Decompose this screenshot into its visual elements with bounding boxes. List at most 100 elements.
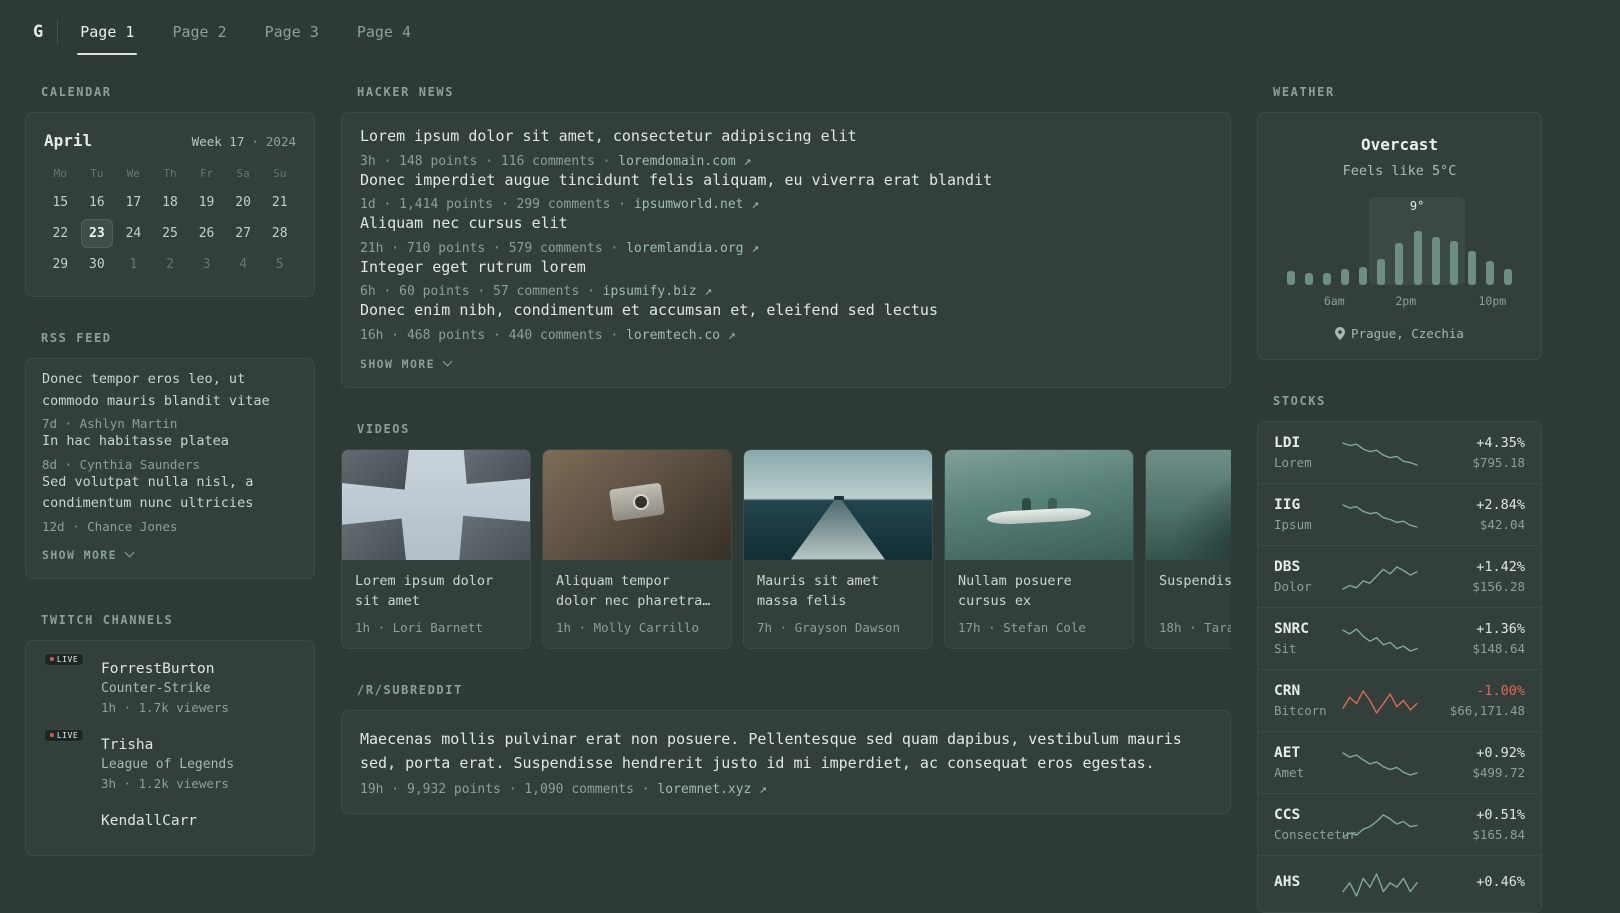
calendar-day-cell: 17 bbox=[125, 195, 142, 210]
hn-show-more-button[interactable]: SHOW MORE bbox=[360, 357, 1212, 371]
hn-item-meta: 3h · 148 points · 116 comments · loremdo… bbox=[360, 154, 1212, 169]
hn-item-stats: 21h · 710 points · 579 comments · bbox=[360, 240, 619, 256]
tab-page-3[interactable]: Page 3 bbox=[259, 0, 325, 64]
dow-label: Tu bbox=[90, 167, 104, 180]
reddit-post[interactable]: Maecenas mollis pulvinar erat non posuer… bbox=[360, 727, 1212, 777]
stock-symbol: CCS bbox=[1274, 807, 1301, 823]
stock-id: CCS Consectetur bbox=[1274, 807, 1357, 842]
live-badge: LIVE bbox=[43, 728, 85, 742]
video-card[interactable]: Aliquam tempor dolor nec pharetra… 1h · … bbox=[542, 448, 732, 649]
stock-row[interactable]: SNRC Sit +1.36% $148.64 bbox=[1258, 607, 1541, 669]
video-card[interactable]: Suspendisse diam 18h · Tara bbox=[1145, 448, 1231, 649]
stock-change: +0.51% bbox=[1476, 807, 1525, 823]
chevron-down-icon bbox=[124, 548, 135, 558]
stock-row[interactable]: DBS Dolor +1.42% $156.28 bbox=[1258, 545, 1541, 607]
rss-show-more-button[interactable]: SHOW MORE bbox=[42, 548, 298, 562]
hn-item-meta: 6h · 60 points · 57 comments · ipsumify.… bbox=[360, 284, 1212, 299]
stock-sparkline bbox=[1341, 869, 1419, 899]
calendar-day-cell: 24 bbox=[125, 226, 142, 241]
tab-page-1[interactable]: Page 1 bbox=[74, 0, 140, 64]
stock-price: $795.18 bbox=[1472, 455, 1525, 470]
stock-name: Bitcorn bbox=[1274, 703, 1327, 718]
stock-symbol: AET bbox=[1274, 745, 1301, 761]
video-card[interactable]: Lorem ipsum dolor sit amet consectetu… 1… bbox=[341, 448, 531, 649]
dow-label: Th bbox=[163, 167, 177, 180]
app-logo[interactable]: G bbox=[25, 22, 57, 42]
rss-item[interactable]: In hac habitasse platea 8d · Cynthia Sau… bbox=[42, 431, 298, 472]
stock-name: Consectetur bbox=[1274, 827, 1357, 842]
rss-item[interactable]: Sed volutpat nulla nisl, a condimentum n… bbox=[42, 472, 298, 534]
calendar-day-cell: 27 bbox=[235, 226, 251, 241]
nav-divider bbox=[57, 19, 59, 45]
hn-item-domain-link[interactable]: loremlandia.org ↗ bbox=[626, 241, 759, 256]
video-thumbnail-camera-hands bbox=[543, 449, 731, 560]
hn-item-domain-link[interactable]: loremdomain.com ↗ bbox=[618, 154, 751, 169]
dow-label: Mo bbox=[53, 167, 67, 180]
video-card[interactable]: Nullam posuere cursus ex 17h · Stefan Co… bbox=[944, 448, 1134, 649]
hn-item-stats: 6h · 60 points · 57 comments · bbox=[360, 284, 595, 299]
rss-item-headline: Donec tempor eros leo, ut commodo mauris… bbox=[42, 371, 270, 409]
twitch-channel[interactable]: KendallCarr bbox=[42, 801, 298, 839]
calendar-day-cell-next-month: 5 bbox=[275, 257, 284, 272]
calendar-week-year: Week 17 · 2024 bbox=[192, 134, 296, 149]
hn-item-domain-link[interactable]: loremtech.co ↗ bbox=[626, 328, 736, 343]
rss-item-headline: Sed volutpat nulla nisl, a condimentum n… bbox=[42, 473, 254, 512]
stock-row[interactable]: IIG Ipsum +2.84% $42.04 bbox=[1258, 483, 1541, 545]
live-dot-icon bbox=[49, 733, 54, 738]
stock-price: $148.64 bbox=[1472, 641, 1525, 656]
calendar-day-cell: 28 bbox=[271, 226, 288, 241]
calendar-separator: · bbox=[251, 134, 259, 149]
external-link-icon: ↗ bbox=[751, 240, 760, 256]
rss-card: Donec tempor eros leo, ut commodo mauris… bbox=[25, 358, 315, 579]
hn-item-domain-link[interactable]: ipsumworld.net ↗ bbox=[634, 197, 759, 212]
channel-name: Trisha bbox=[101, 736, 154, 753]
video-body: Suspendisse diam 18h · Tara bbox=[1146, 560, 1231, 648]
live-badge-label: LIVE bbox=[56, 730, 79, 740]
stock-row[interactable]: AET Amet +0.92% $499.72 bbox=[1258, 731, 1541, 793]
stock-id: AHS bbox=[1274, 874, 1331, 894]
stock-row[interactable]: AHS +0.46% bbox=[1258, 855, 1541, 912]
video-meta: 1h · Lori Barnett bbox=[355, 619, 483, 635]
video-title: Nullam posuere cursus ex bbox=[958, 572, 1072, 610]
external-link-icon: ↗ bbox=[704, 284, 713, 299]
stock-change: +4.35% bbox=[1476, 435, 1525, 451]
channel-name: ForrestBurton bbox=[101, 660, 215, 677]
reddit-post-headline: Maecenas mollis pulvinar erat non posuer… bbox=[360, 729, 1182, 773]
calendar-day-cell-next-month: 2 bbox=[166, 257, 174, 272]
hn-item-meta: 1d · 1,414 points · 299 comments · ipsum… bbox=[360, 197, 1212, 212]
tab-page-2[interactable]: Page 2 bbox=[166, 0, 232, 64]
stock-price: $66,171.48 bbox=[1449, 703, 1525, 718]
stock-row[interactable]: CRN Bitcorn -1.00% $66,171.48 bbox=[1258, 669, 1541, 731]
hn-item-domain-link[interactable]: ipsumify.biz ↗ bbox=[603, 284, 713, 299]
weather-axis-label: 6am bbox=[1323, 294, 1345, 308]
stock-values: +1.36% $148.64 bbox=[1429, 621, 1525, 656]
channel-meta: 1h · 1.7k viewers bbox=[101, 699, 229, 715]
video-card[interactable]: Mauris sit amet massa felis 7h · Grayson… bbox=[743, 448, 933, 649]
hn-item[interactable]: 16h · 468 points · 440 comments · bbox=[360, 318, 626, 352]
live-badge: LIVE bbox=[43, 652, 85, 666]
stock-row[interactable]: CCS Consectetur +0.51% $165.84 bbox=[1258, 793, 1541, 855]
stock-change: +1.36% bbox=[1476, 621, 1525, 637]
tab-page-4[interactable]: Page 4 bbox=[351, 0, 417, 64]
weather-condition: Overcast bbox=[1360, 135, 1439, 154]
stock-sparkline bbox=[1341, 748, 1419, 778]
reddit-post[interactable]: 19h · 9,932 points · 1,090 comments · bbox=[360, 782, 657, 797]
weather-bar bbox=[1359, 267, 1368, 285]
stock-row[interactable]: LDI Lorem +4.35% $795.18 bbox=[1258, 422, 1541, 483]
rss-item[interactable]: Donec tempor eros leo, ut commodo mauris… bbox=[42, 369, 298, 431]
video-body: Mauris sit amet massa felis 7h · Grayson… bbox=[744, 560, 932, 648]
video-thumbnail-sea-wake bbox=[744, 449, 932, 560]
weather-bar bbox=[1503, 269, 1512, 285]
twitch-widget-title: TWITCH CHANNELS bbox=[41, 612, 174, 627]
stock-change: -1.00% bbox=[1476, 683, 1525, 699]
stock-symbol: AHS bbox=[1274, 874, 1301, 890]
video-body: Nullam posuere cursus ex 17h · Stefan Co… bbox=[945, 560, 1133, 648]
stock-sparkline bbox=[1341, 686, 1419, 716]
weather-bar bbox=[1287, 271, 1295, 285]
twitch-channel[interactable]: LIVE Trisha League of Legends 3h · 1.2k … bbox=[42, 725, 298, 801]
channel-name: KendallCarr bbox=[101, 812, 198, 829]
reddit-post-domain-link[interactable]: loremnet.xyz ↗ bbox=[657, 782, 767, 797]
calendar-day-cell: 22 bbox=[52, 226, 69, 241]
stocks-widget-title: STOCKS bbox=[1273, 394, 1326, 408]
twitch-channel[interactable]: LIVE ForrestBurton Counter-Strike 1h · 1… bbox=[42, 649, 298, 725]
